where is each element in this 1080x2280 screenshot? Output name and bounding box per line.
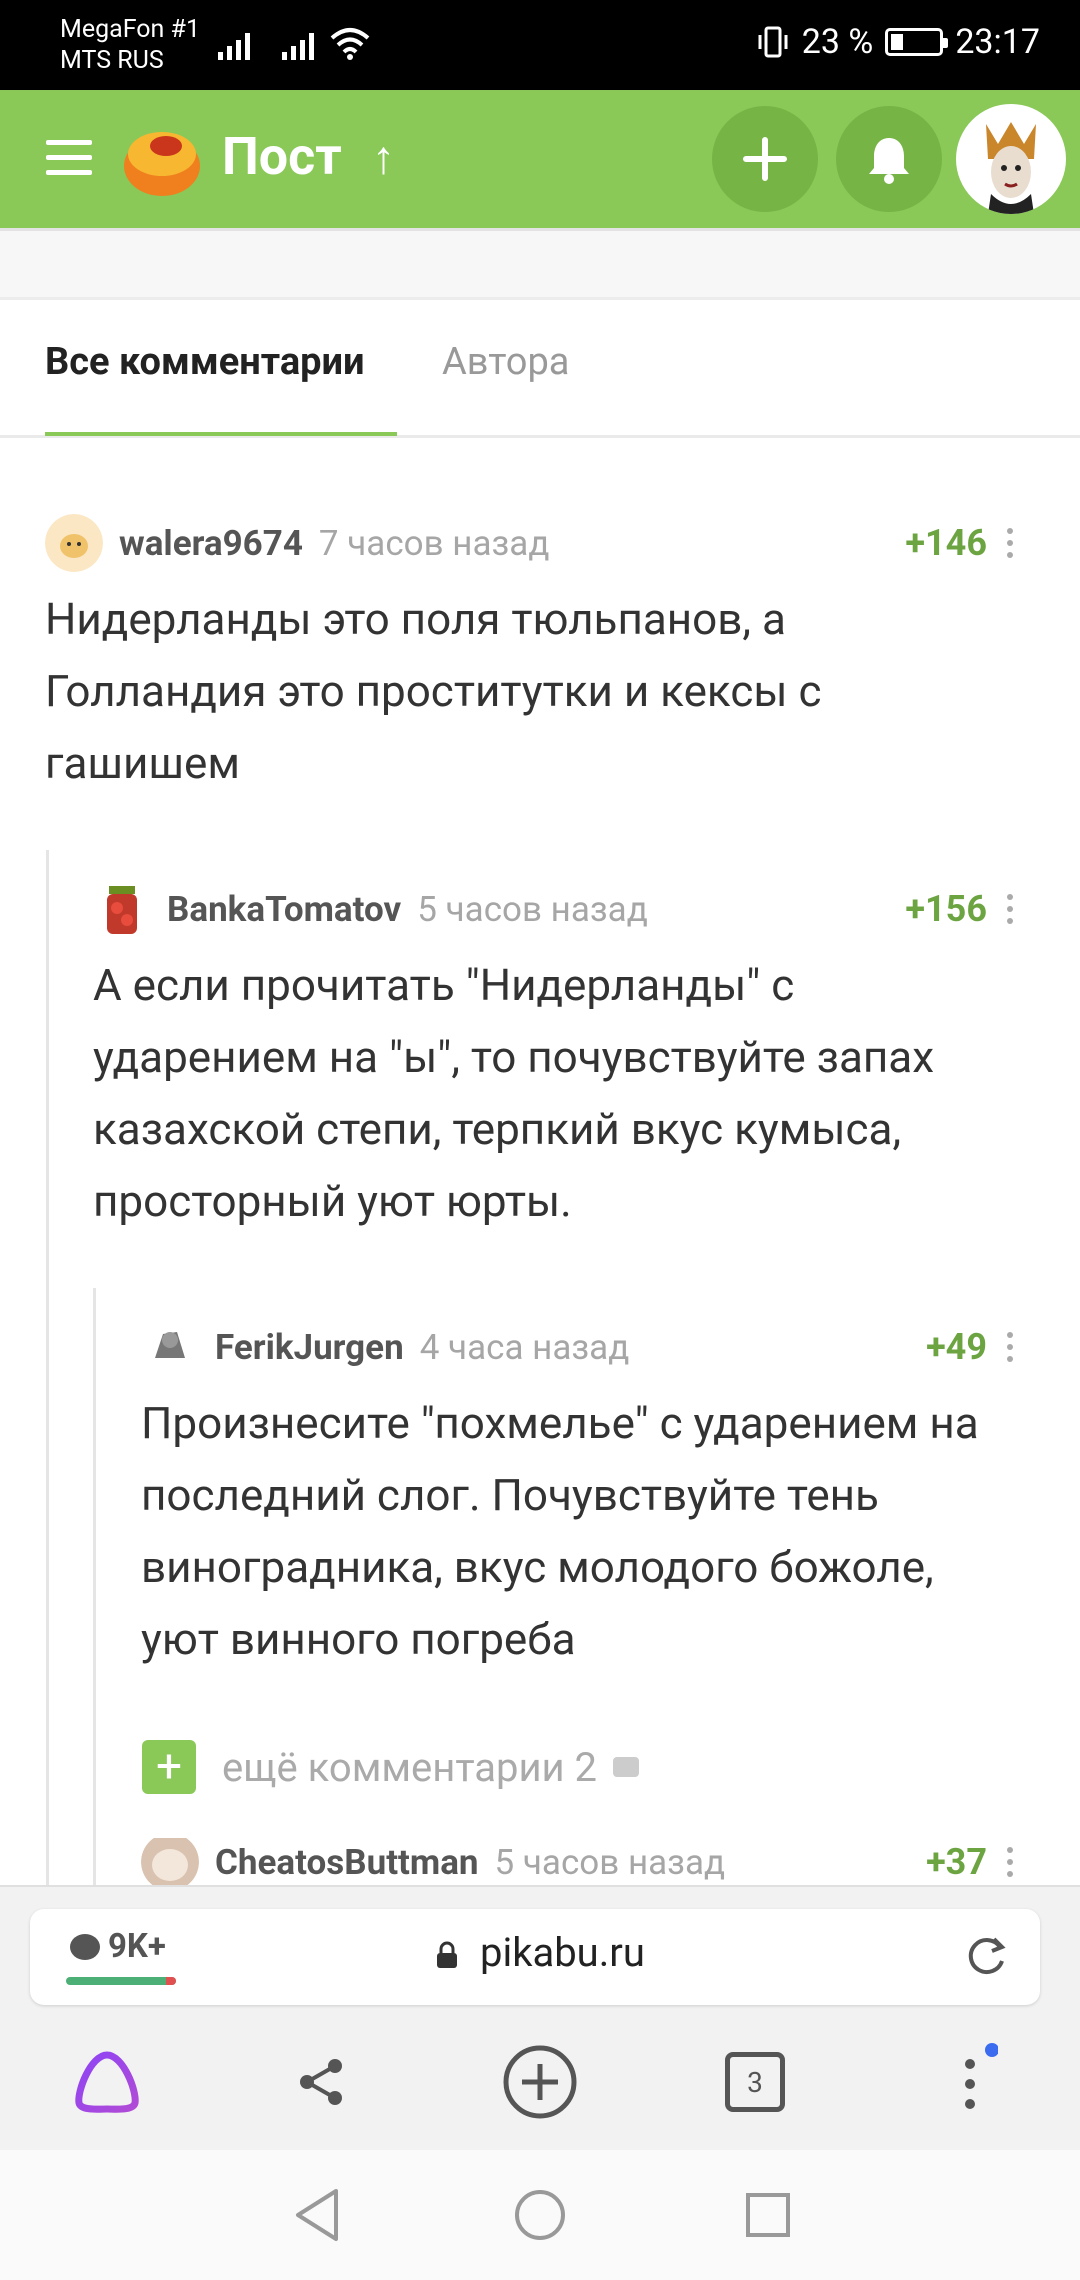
- browser-menu-button[interactable]: [928, 2037, 1018, 2127]
- reload-icon[interactable]: [964, 1933, 1010, 1979]
- comments-count-value: 9K+: [108, 1927, 166, 1966]
- plus-icon: [743, 137, 787, 181]
- comment-author[interactable]: FerikJurgen: [215, 1327, 404, 1368]
- battery-icon: [885, 28, 949, 56]
- browser-toolbar: 3: [0, 2027, 1080, 2137]
- comment: CheatosButtman 5 часов назад +37: [141, 1838, 1035, 1885]
- comment-text: Произнесите "похмелье" с ударением на по…: [141, 1397, 979, 1665]
- tabs-count: 3: [725, 2052, 785, 2112]
- alice-icon: [75, 2051, 139, 2113]
- share-button[interactable]: [276, 2037, 366, 2127]
- comment-text: А если прочитать "Нидерланды" с ударение…: [93, 959, 935, 1227]
- signal-icon: [218, 30, 250, 60]
- page-title: Пост: [222, 126, 342, 187]
- carrier-2: MTS RUS: [60, 46, 164, 75]
- comment-author[interactable]: walera9674: [119, 523, 303, 564]
- system-nav-bar: [0, 2150, 1080, 2280]
- comment: walera9674 7 часов назад +146 Нидерланды…: [45, 513, 1035, 799]
- recents-icon: [746, 2193, 790, 2237]
- comment-rating: +37: [926, 1841, 987, 1883]
- comment-rating: +156: [905, 888, 987, 930]
- comment-time[interactable]: 5 часов назад: [495, 1842, 726, 1883]
- more-options-icon[interactable]: [995, 528, 1025, 558]
- avatar[interactable]: [93, 880, 151, 938]
- carrier-info: MegaFon #1 MTS RUS: [60, 14, 200, 76]
- comment: FerikJurgen 4 часа назад +49 Произнесите…: [141, 1317, 1035, 1675]
- app-header: Пост ↑: [0, 90, 1080, 228]
- signal-icon: [282, 30, 314, 60]
- comment-author[interactable]: CheatosButtman: [215, 1842, 479, 1883]
- comment-rating: +146: [905, 522, 987, 564]
- bell-icon: [869, 138, 909, 184]
- battery-percent: 23 %: [801, 22, 874, 62]
- new-tab-button[interactable]: [495, 2037, 585, 2127]
- comment-icon: [70, 1933, 100, 1960]
- comment-bubble-icon: [613, 1757, 640, 1777]
- back-button[interactable]: [282, 2180, 352, 2250]
- rating-bar: [66, 1977, 176, 1985]
- comments-counter[interactable]: 9K+: [70, 1927, 166, 1966]
- address-bar[interactable]: 9K+ pikabu.ru: [30, 1909, 1040, 2005]
- back-icon: [296, 2189, 338, 2241]
- comment-time[interactable]: 7 часов назад: [319, 523, 550, 564]
- add-post-button[interactable]: [712, 106, 818, 212]
- share-icon: [300, 2059, 342, 2105]
- comment-header: BankaTomatov 5 часов назад +156: [93, 879, 1035, 939]
- notifications-button[interactable]: [836, 106, 942, 212]
- thread-line[interactable]: [93, 1288, 96, 1885]
- home-button[interactable]: [505, 2180, 575, 2250]
- more-comments-button[interactable]: + ещё комментарии 2: [142, 1740, 640, 1794]
- avatar[interactable]: [45, 514, 103, 572]
- clock: 23:17: [955, 22, 1040, 62]
- home-icon: [515, 2190, 565, 2240]
- user-avatar[interactable]: [956, 104, 1066, 214]
- url-text[interactable]: pikabu.ru: [480, 1929, 645, 1976]
- status-right: 23 % 23:17: [756, 22, 1040, 62]
- menu-dots-icon: [965, 2043, 998, 2109]
- carrier-1: MegaFon #1: [60, 15, 200, 44]
- more-options-icon[interactable]: [995, 1847, 1025, 1877]
- more-comments-label[interactable]: ещё комментарии 2: [222, 1744, 597, 1791]
- vibrate-icon: [758, 26, 788, 58]
- comment-header: FerikJurgen 4 часа назад +49: [141, 1317, 1035, 1377]
- comment-time[interactable]: 5 часов назад: [417, 889, 648, 930]
- comment-text: Нидерланды это поля тюльпанов, а Голланд…: [45, 593, 822, 789]
- scroll-up-icon[interactable]: ↑: [372, 130, 395, 185]
- recents-button[interactable]: [733, 2180, 803, 2250]
- divider-strip: [0, 228, 1080, 300]
- tab-all-comments[interactable]: Все комментарии: [45, 340, 365, 384]
- more-options-icon[interactable]: [995, 894, 1025, 924]
- comment-rating: +49: [926, 1326, 987, 1368]
- comment-header: walera9674 7 часов назад +146: [45, 513, 1035, 573]
- lock-icon: [437, 1941, 457, 1968]
- more-options-icon[interactable]: [995, 1332, 1025, 1362]
- active-tab-indicator: [45, 432, 397, 436]
- hamburger-icon[interactable]: [46, 140, 92, 185]
- wifi-icon: [330, 28, 370, 60]
- avatar[interactable]: [141, 1318, 199, 1376]
- thread-line[interactable]: [46, 850, 49, 1885]
- expand-plus-icon[interactable]: +: [142, 1740, 196, 1794]
- add-tab-icon: [503, 2045, 577, 2119]
- comment-author[interactable]: BankaTomatov: [167, 889, 401, 930]
- tab-author-comments[interactable]: Автора: [442, 340, 569, 384]
- browser-bar: 9K+ pikabu.ru 3: [0, 1885, 1080, 2150]
- comment: BankaTomatov 5 часов назад +156 А если п…: [93, 879, 1035, 1237]
- pikabu-logo[interactable]: [120, 116, 204, 200]
- comment-time[interactable]: 4 часа назад: [420, 1327, 630, 1368]
- avatar[interactable]: [141, 1838, 199, 1885]
- alice-assistant-button[interactable]: [62, 2037, 152, 2127]
- comment-header: CheatosButtman 5 часов назад +37: [141, 1838, 1035, 1885]
- status-bar: MegaFon #1 MTS RUS 23 % 23:17: [0, 0, 1080, 90]
- comments-tabs: Все комментарии Автора: [0, 300, 1080, 438]
- tabs-button[interactable]: 3: [710, 2037, 800, 2127]
